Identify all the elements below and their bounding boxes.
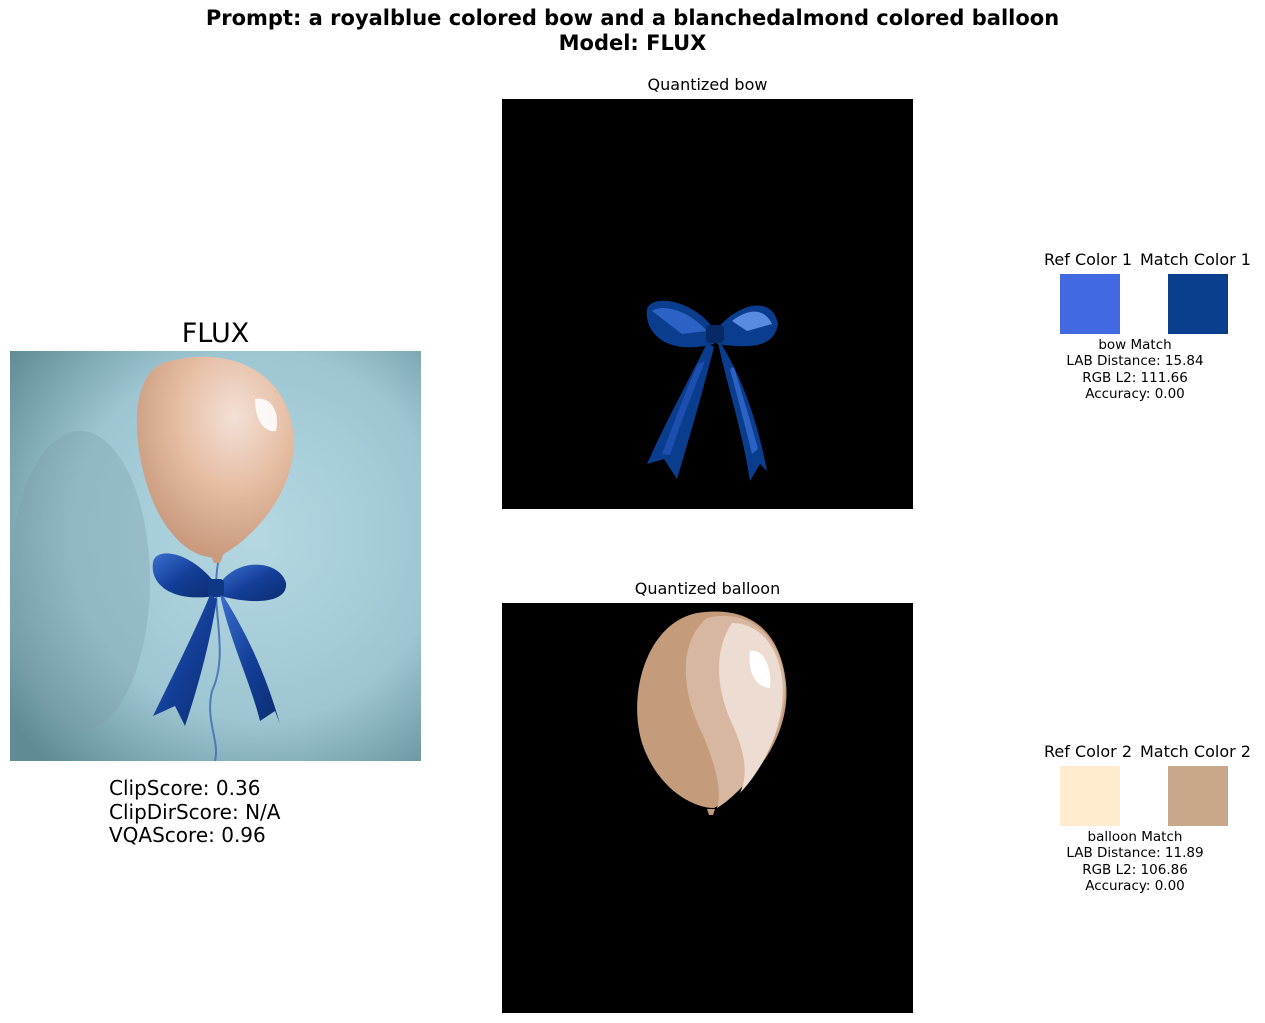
match-color-1-label: Match Color 1 <box>1140 250 1251 269</box>
match-color-2-swatch <box>1168 766 1228 826</box>
generated-image <box>10 351 421 761</box>
ref-color-1-swatch <box>1060 274 1120 334</box>
quantized-balloon-title: Quantized balloon <box>634 579 781 598</box>
balloon-accuracy: Accuracy: 0.00 <box>1085 878 1185 895</box>
generated-image-title: FLUX <box>181 318 250 349</box>
balloon-lab-distance: LAB Distance: 11.89 <box>1066 845 1204 862</box>
bow-lab-distance: LAB Distance: 15.84 <box>1066 353 1204 370</box>
match-color-2-label: Match Color 2 <box>1140 742 1251 761</box>
clip-score: ClipScore: 0.36 <box>109 776 261 800</box>
quantized-bow-image <box>502 99 913 509</box>
ref-color-2-label: Ref Color 2 <box>1044 742 1132 761</box>
balloon-match-metrics: balloon Match LAB Distance: 11.89 RGB L2… <box>1035 829 1235 895</box>
ref-color-2-swatch <box>1060 766 1120 826</box>
bow-rgb-l2: RGB L2: 111.66 <box>1082 369 1188 386</box>
prompt-text: Prompt: a royalblue colored bow and a bl… <box>205 6 1060 30</box>
vqa-score: VQAScore: 0.96 <box>109 823 266 847</box>
ref-color-1-label: Ref Color 1 <box>1044 250 1132 269</box>
balloon-rgb-l2: RGB L2: 106.86 <box>1082 861 1188 878</box>
figure-title: Prompt: a royalblue colored bow and a bl… <box>0 6 1265 56</box>
quantized-balloon-image <box>502 603 913 1013</box>
scores-block: ClipScore: 0.36 ClipDirScore: N/A VQASco… <box>109 776 281 848</box>
match-color-1-swatch <box>1168 274 1228 334</box>
quantized-bow-title: Quantized bow <box>647 75 768 94</box>
bow-match-name: bow Match <box>1098 337 1172 353</box>
bow-match-metrics: bow Match LAB Distance: 15.84 RGB L2: 11… <box>1035 337 1235 403</box>
balloon-match-name: balloon Match <box>1087 829 1183 845</box>
bow-accuracy: Accuracy: 0.00 <box>1085 386 1185 403</box>
clipdir-score: ClipDirScore: N/A <box>109 799 281 824</box>
model-text: Model: FLUX <box>558 31 707 55</box>
